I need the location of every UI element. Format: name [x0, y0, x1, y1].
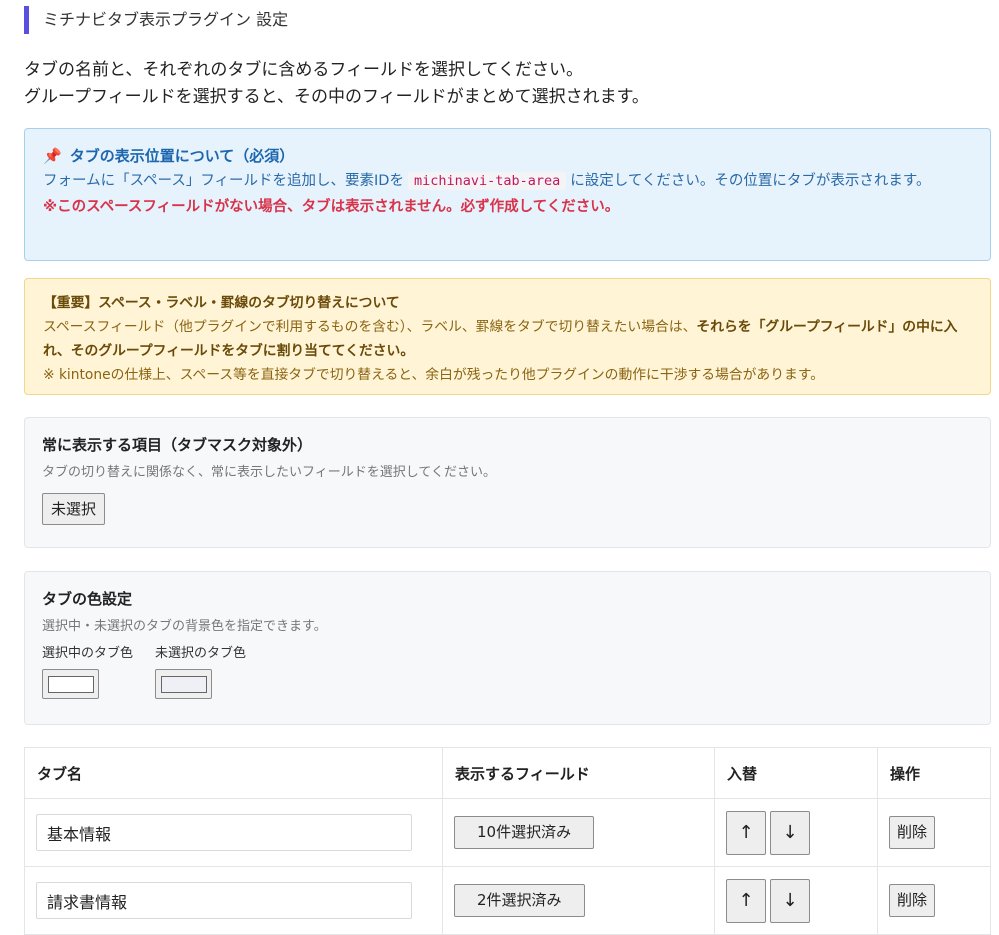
tab-name-input[interactable]	[36, 882, 412, 919]
select-fields-button[interactable]: 2件選択済み	[454, 884, 585, 917]
important-notice-box: 【重要】スペース・ラベル・罫線のタブ切り替えについて スペースフィールド（他プラ…	[24, 278, 991, 395]
header-order: 入替	[714, 747, 878, 799]
info-heading: タブの表示位置について（必須）	[69, 147, 295, 165]
notice-heading: 【重要】スペース・ラベル・罫線のタブ切り替えについて	[43, 295, 400, 311]
header-tab-name: タブ名	[24, 747, 443, 799]
tab-settings-table: タブ名 表示するフィールド 入替 操作 10件選択済み ↑↓ 削除	[24, 747, 991, 935]
select-fields-button[interactable]: 10件選択済み	[454, 816, 595, 849]
unselected-color-label: 未選択のタブ色	[155, 646, 247, 661]
notice-text: スペースフィールド（他プラグインで利用するものを含む）、ラベル、罫線をタブで切り…	[43, 315, 972, 363]
notice-text-before: スペースフィールド（他プラグインで利用するものを含む）、ラベル、罫線をタブで切り…	[43, 319, 697, 335]
notice-note: ※ kintoneの仕様上、スペース等を直接タブで切り替えると、余白が残ったり他…	[43, 367, 825, 383]
move-down-button[interactable]: ↓	[770, 810, 810, 855]
intro-text: タブの名前と、それぞれのタブに含めるフィールドを選択してください。 グループフィ…	[24, 57, 649, 111]
tab-position-info-box: 📌 タブの表示位置について（必須） フォームに「スペース」フィールドを追加し、要…	[24, 128, 991, 261]
header-actions: 操作	[877, 747, 991, 799]
always-visible-panel: 常に表示する項目（タブマスク対象外） タブの切り替えに関係なく、常に表示したいフ…	[24, 417, 991, 548]
tab-name-cell	[24, 798, 443, 867]
delete-tab-button[interactable]: 削除	[889, 884, 936, 917]
intro-line-1: タブの名前と、それぞれのタブに含めるフィールドを選択してください。	[24, 60, 583, 80]
tab-name-input[interactable]	[36, 814, 412, 851]
move-up-button[interactable]: ↑	[726, 810, 766, 855]
move-down-button[interactable]: ↓	[770, 878, 810, 923]
table-row: 2件選択済み ↑↓ 削除	[24, 866, 991, 935]
table-header-row: タブ名 表示するフィールド 入替 操作	[24, 747, 991, 799]
pushpin-icon: 📌	[43, 147, 62, 165]
actions-cell: 削除	[877, 866, 991, 935]
intro-line-2: グループフィールドを選択すると、その中のフィールドがまとめて選択されます。	[24, 87, 649, 107]
plugin-settings-page: ミチナビタブ表示プラグイン 設定 タブの名前と、それぞれのタブに含めるフィールド…	[0, 0, 999, 935]
table-row: 10件選択済み ↑↓ 削除	[24, 798, 991, 867]
color-pickers-row: 選択中のタブ色 未選択のタブ色	[42, 643, 973, 699]
selected-color-picker[interactable]	[42, 669, 99, 699]
selected-color-label: 選択中のタブ色	[42, 646, 134, 661]
move-up-button[interactable]: ↑	[726, 878, 766, 923]
info-body-after: に設定してください。その位置にタブが表示されます。	[570, 173, 931, 189]
fields-cell: 2件選択済み	[442, 866, 715, 935]
tab-name-cell	[24, 866, 443, 935]
unselected-color-group: 未選択のタブ色	[155, 643, 246, 699]
actions-cell: 削除	[877, 798, 991, 867]
always-visible-description: タブの切り替えに関係なく、常に表示したいフィールドを選択してください。	[42, 465, 496, 480]
info-body-before: フォームに「スペース」フィールドを追加し、要素IDを	[43, 173, 404, 189]
selected-color-group: 選択中のタブ色	[42, 643, 133, 699]
page-title: ミチナビタブ表示プラグイン 設定	[24, 6, 288, 34]
info-body: フォームに「スペース」フィールドを追加し、要素IDを michinavi-tab-…	[43, 169, 972, 194]
tab-color-title: タブの色設定	[42, 590, 133, 608]
header-fields: 表示するフィールド	[442, 747, 715, 799]
tab-color-panel: タブの色設定 選択中・未選択のタブの背景色を指定できます。 選択中のタブ色 未選…	[24, 571, 991, 725]
fields-cell: 10件選択済み	[442, 798, 715, 867]
always-visible-select-button[interactable]: 未選択	[42, 493, 106, 525]
unselected-color-swatch	[160, 675, 207, 693]
unselected-color-picker[interactable]	[155, 669, 213, 699]
order-cell: ↑ ↓	[714, 866, 878, 935]
order-cell: ↑ ↓	[714, 798, 878, 867]
always-visible-title: 常に表示する項目（タブマスク対象外）	[42, 436, 313, 454]
info-warning: ※このスペースフィールドがない場合、タブは表示されません。必ず作成してください。	[43, 199, 620, 215]
selected-color-swatch	[47, 675, 94, 693]
info-heading-row: 📌 タブの表示位置について（必須）	[43, 143, 972, 169]
element-id-code: michinavi-tab-area	[407, 172, 567, 190]
delete-tab-button[interactable]: 削除	[889, 816, 936, 849]
tab-color-description: 選択中・未選択のタブの背景色を指定できます。	[42, 619, 327, 634]
